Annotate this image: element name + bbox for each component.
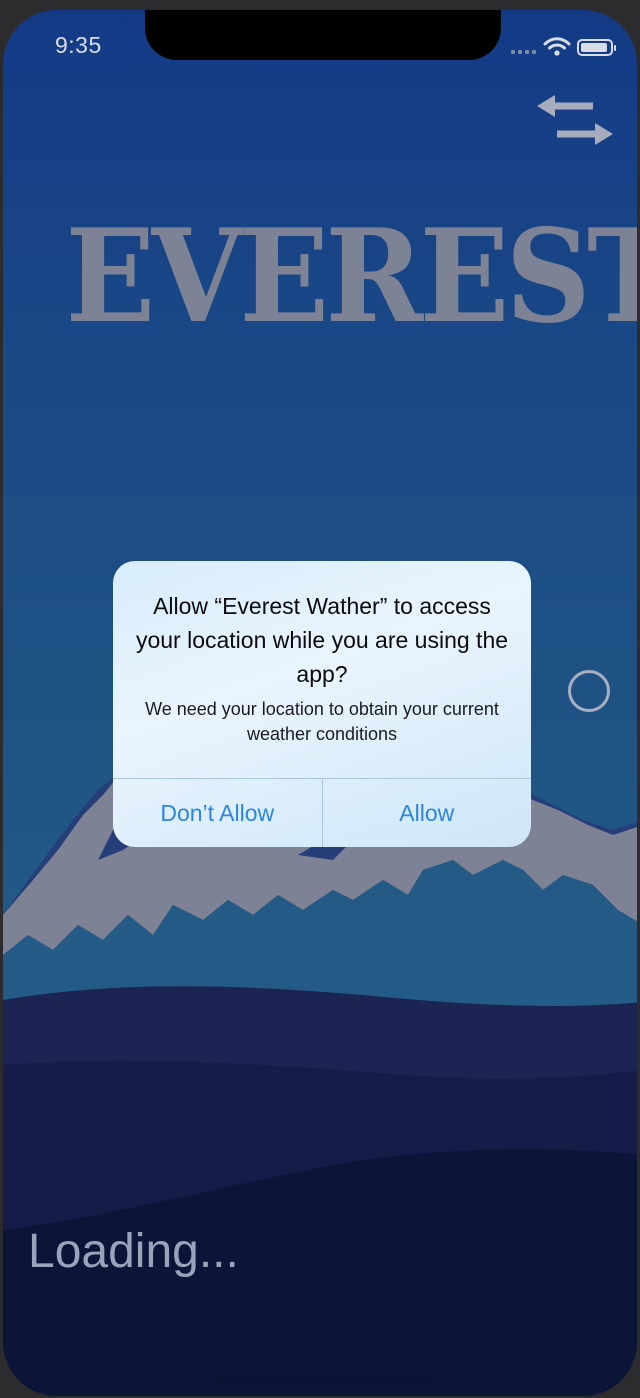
location-permission-alert: Allow “Everest Wather” to access your lo… — [113, 561, 531, 847]
battery-icon — [577, 39, 616, 56]
alert-message: We need your location to obtain your cur… — [145, 699, 499, 744]
app-logo: EVEREST — [65, 202, 637, 352]
device-notch — [145, 10, 501, 60]
alert-title: Allow “Everest Wather” to access your lo… — [135, 593, 509, 687]
loading-label: Loading... — [28, 1225, 239, 1278]
swap-arrows-icon[interactable] — [533, 92, 617, 152]
dont-allow-button[interactable]: Don’t Allow — [113, 779, 323, 847]
status-time: 9:35 — [55, 32, 102, 58]
alert-button-bar: Don’t Allow Allow — [113, 778, 531, 847]
device-frame: 9:35 EVEREST Loading... Allow “Everest W… — [0, 0, 640, 1398]
cellular-signal-icon — [511, 50, 536, 54]
alert-body: Allow “Everest Wather” to access your lo… — [113, 561, 531, 747]
home-indicator[interactable] — [213, 1378, 433, 1384]
loading-spinner-icon — [568, 670, 610, 712]
wifi-icon — [543, 37, 571, 56]
allow-button[interactable]: Allow — [323, 779, 532, 847]
